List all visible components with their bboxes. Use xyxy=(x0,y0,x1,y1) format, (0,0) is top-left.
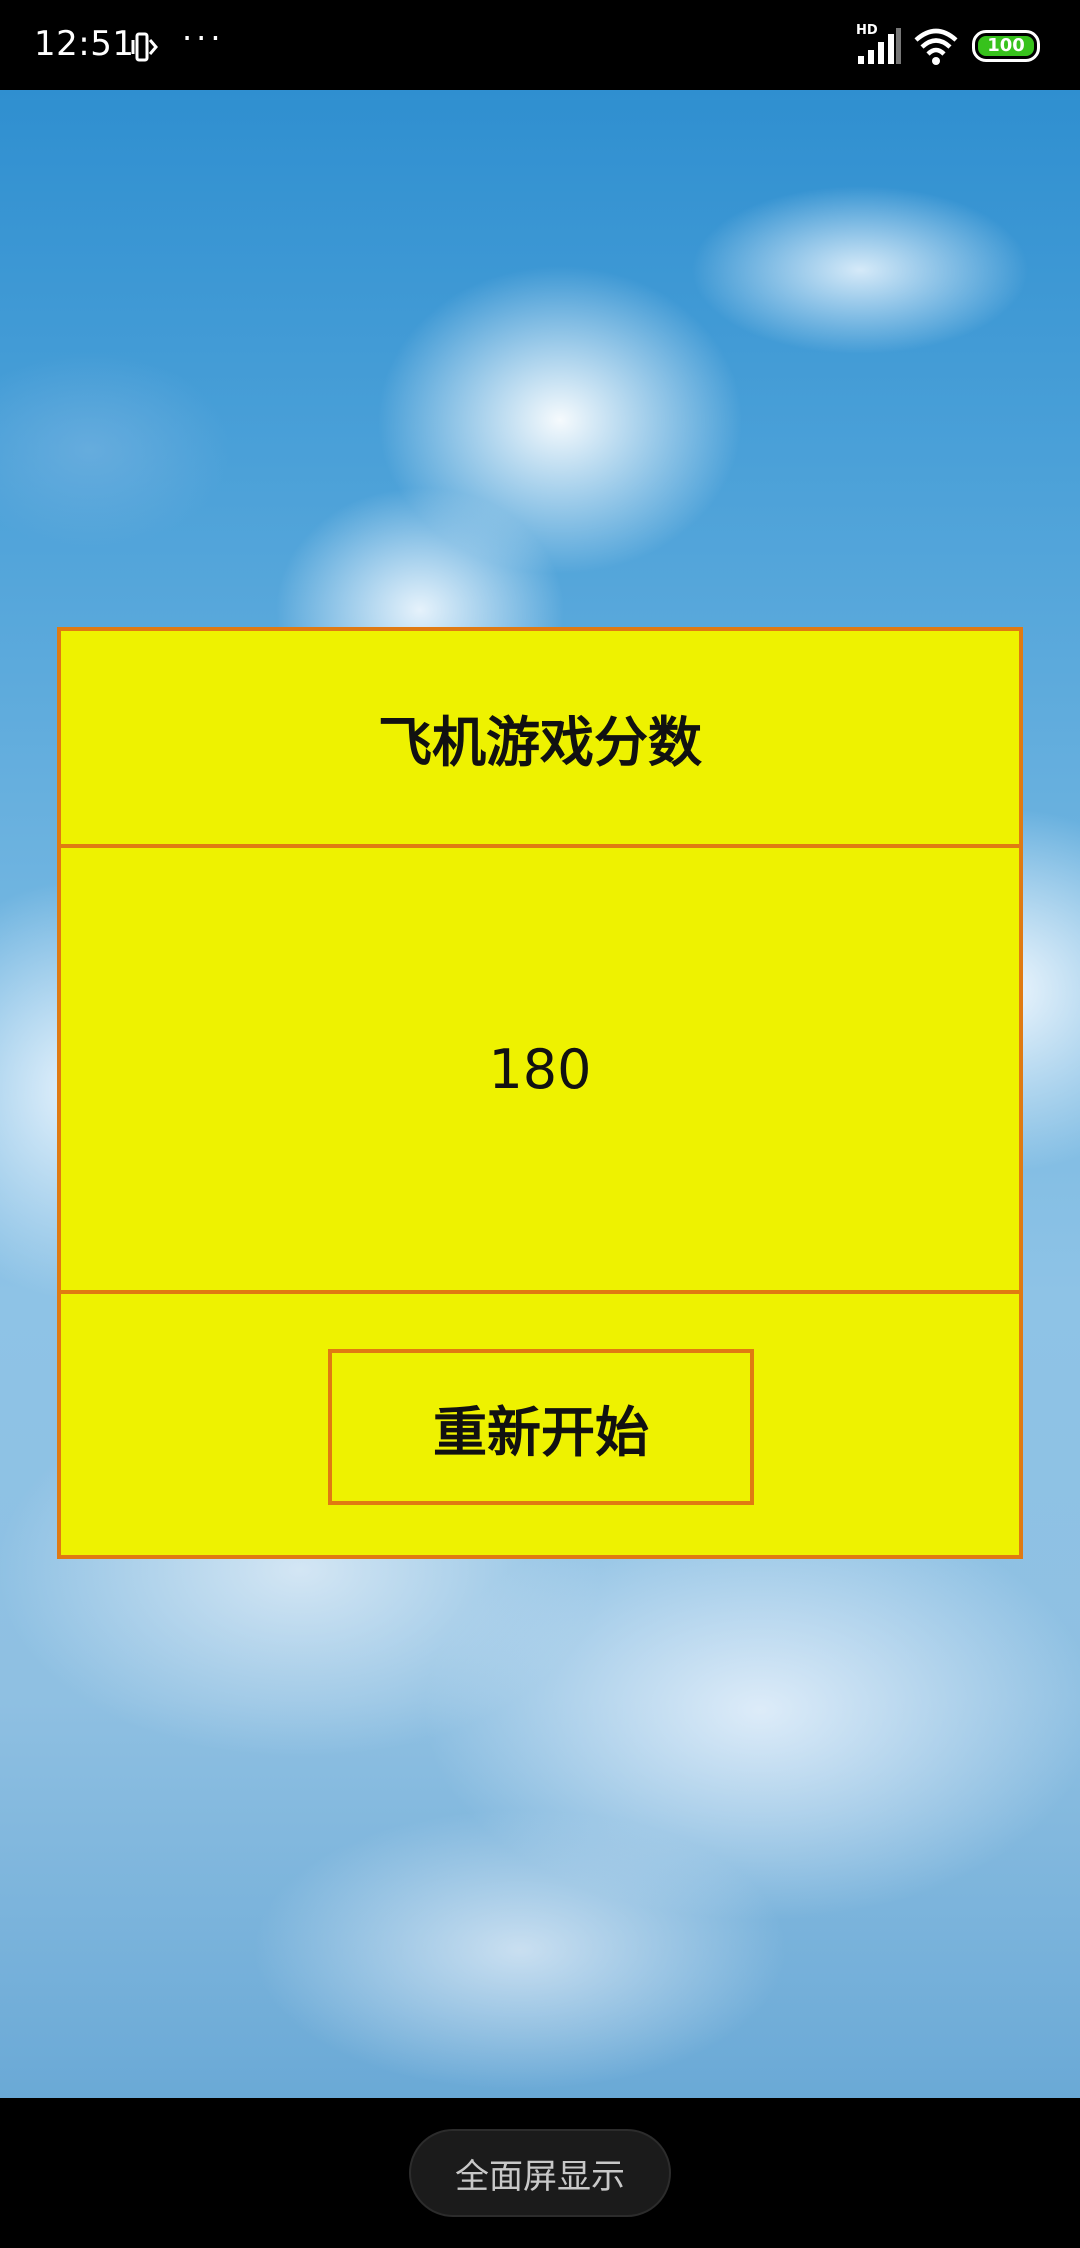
battery-level: 100 xyxy=(978,36,1034,56)
battery-icon: 100 xyxy=(972,30,1040,62)
navigation-bar: 全面屏显示 xyxy=(0,2098,1080,2248)
more-notifications-icon: ··· xyxy=(182,19,225,57)
status-bar: 12:51 ··· HD 100 xyxy=(0,0,1080,90)
vibrate-icon xyxy=(131,32,158,62)
status-time: 12:51 xyxy=(34,24,135,64)
score-dialog: 飞机游戏分数 180 重新开始 xyxy=(57,627,1023,1559)
restart-button[interactable]: 重新开始 xyxy=(328,1349,754,1505)
score-row: 180 xyxy=(61,848,1019,1294)
score-value: 180 xyxy=(488,1037,592,1101)
score-title: 飞机游戏分数 xyxy=(378,711,702,774)
wifi-icon xyxy=(914,28,958,65)
fullscreen-display-button[interactable]: 全面屏显示 xyxy=(409,2129,671,2217)
button-row: 重新开始 xyxy=(61,1294,1019,1555)
title-row: 飞机游戏分数 xyxy=(61,631,1019,848)
signal-icon xyxy=(858,28,901,64)
